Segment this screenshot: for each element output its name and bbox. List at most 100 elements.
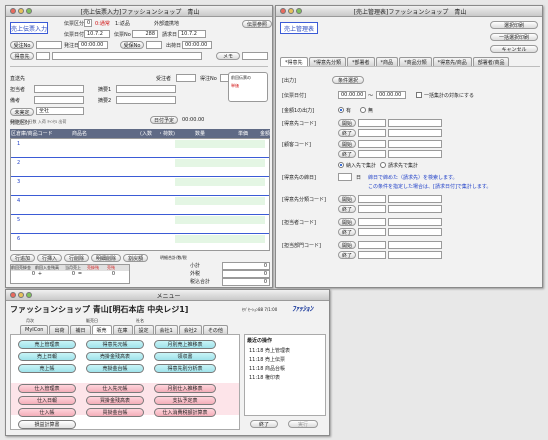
sales-report-titlebar[interactable]: [売上管理表]ファッションショップ 青山 [276, 6, 542, 17]
customer-end-name[interactable] [388, 129, 442, 137]
menu-purchase-daily[interactable]: 仕入日報 [18, 396, 76, 405]
print-all-button[interactable]: 一括選択印刷 [490, 33, 538, 41]
customer-code-input[interactable] [36, 52, 50, 60]
summary1-input[interactable] [116, 85, 176, 93]
slip-date-input[interactable]: 10.7.2 [84, 30, 110, 38]
output-yes-radio[interactable] [338, 107, 344, 113]
menu-sales-daily[interactable]: 売上日報 [18, 352, 76, 361]
customer-end-button[interactable]: 終了 [338, 129, 356, 137]
close-menu-button[interactable]: 終了 [250, 420, 278, 428]
menu-purchase-tax[interactable]: 仕入消費税額計算表 [154, 408, 216, 417]
row-3[interactable]: 3 [11, 177, 269, 196]
close-icon[interactable] [10, 8, 16, 14]
row-2[interactable]: 2 [11, 158, 269, 177]
dept-end-name[interactable] [388, 251, 442, 259]
client-end-code[interactable] [358, 150, 386, 158]
slip-no-input[interactable]: 288 [132, 30, 158, 38]
run-button[interactable]: 実行 [288, 420, 318, 428]
row-6[interactable]: 6 [11, 234, 269, 251]
dept-start-code[interactable] [358, 241, 386, 249]
row-5[interactable]: 5 [11, 215, 269, 234]
aggregate-delivery-radio[interactable] [338, 162, 344, 168]
customer-button[interactable]: 得意先 [10, 52, 34, 60]
closing-day-input[interactable] [338, 173, 352, 181]
customer-end-code[interactable] [358, 129, 386, 137]
tab-company2[interactable]: 会社2 [178, 325, 202, 334]
close-icon[interactable] [280, 8, 286, 14]
add-row-button[interactable]: 行追加 [10, 254, 36, 262]
class-end-name[interactable] [388, 205, 442, 213]
staff-input[interactable] [34, 85, 84, 93]
class-start-name[interactable] [388, 195, 442, 203]
sales-slip-titlebar[interactable]: [売上伝票入力]ファッションショップ 青山 [6, 6, 272, 17]
qty-cell[interactable] [175, 178, 265, 186]
zoom-icon[interactable] [296, 8, 302, 14]
class-end-code[interactable] [358, 205, 386, 213]
menu-titlebar[interactable]: メニュー [6, 290, 329, 301]
menu-purchase-report[interactable]: 仕入管理表 [18, 384, 76, 393]
shipping-type-input[interactable]: 全社 [36, 107, 84, 115]
menu-receivable-balance[interactable]: 売掛金残高表 [86, 352, 144, 361]
qty-cell[interactable] [175, 197, 265, 205]
minimize-icon[interactable] [18, 8, 24, 14]
staff-start-button[interactable]: 開始 [338, 218, 356, 226]
recent-item[interactable]: 11:18 売上管理表 [245, 346, 325, 355]
recent-item[interactable]: 11:18 売上伝票 [245, 355, 325, 364]
receipt-no-button[interactable]: 受保No [120, 41, 144, 49]
cancel-button[interactable]: キャンセル [490, 45, 538, 53]
close-icon[interactable] [10, 292, 16, 298]
staff-start-code[interactable] [358, 218, 386, 226]
menu-monthly-sales[interactable]: 月別売上推移表 [154, 340, 216, 349]
menu-pl-statement[interactable]: 損益計算書 [18, 420, 76, 429]
qty-cell[interactable] [175, 159, 265, 167]
zoom-icon[interactable] [26, 292, 32, 298]
schedule-date-button[interactable]: 日付予定 [150, 116, 178, 124]
billing-date-input[interactable]: 10.7.2 [178, 30, 206, 38]
order-date-input[interactable]: 00:00.00 [78, 41, 108, 49]
unconfirmed-button[interactable]: 未実定 [10, 108, 34, 116]
menu-supplier-ledger[interactable]: 仕入先元帳 [86, 384, 144, 393]
slip-type-input[interactable]: 0 [84, 19, 92, 27]
customer-start-button[interactable]: 開始 [338, 119, 356, 127]
class-end-button[interactable]: 終了 [338, 205, 356, 213]
menu-sales-ledger[interactable]: 売上帳 [18, 364, 76, 373]
rebate-button[interactable]: 割戻額 [123, 254, 149, 262]
qty-cell[interactable] [175, 235, 265, 243]
minimize-icon[interactable] [288, 8, 294, 14]
dept-start-name[interactable] [388, 241, 442, 249]
menu-payable-balance[interactable]: 買掛金残高表 [86, 396, 144, 405]
summary2-input[interactable] [116, 96, 176, 104]
customer-start-name[interactable] [388, 119, 442, 127]
client-start-code[interactable] [358, 140, 386, 148]
menu-payment-schedule[interactable]: 支払予定表 [154, 396, 216, 405]
client-end-button[interactable]: 終了 [338, 150, 356, 158]
insert-row-button[interactable]: 行挿入 [37, 254, 63, 262]
menu-receipt[interactable]: 領収書 [154, 352, 216, 361]
date-to-input[interactable]: 00.00.00 [376, 91, 406, 99]
row-1[interactable]: 1 [11, 139, 269, 158]
aggregate-billing-radio[interactable] [380, 162, 386, 168]
remarks-input[interactable] [34, 96, 84, 104]
output-no-radio[interactable] [360, 107, 366, 113]
tab-staff[interactable]: *部署者 [347, 57, 375, 66]
tab-product[interactable]: *商品 [375, 57, 399, 66]
dept-end-button[interactable]: 終了 [338, 251, 356, 259]
clear-details-button[interactable]: 明細削除 [91, 254, 122, 262]
receipt-no-input[interactable] [146, 41, 162, 49]
tab-company1[interactable]: 会社1 [154, 325, 178, 334]
menu-customer-analysis[interactable]: 得意先別分析表 [154, 364, 216, 373]
menu-customer-ledger[interactable]: 得意先元帳 [86, 340, 144, 349]
row-4[interactable]: 4 [11, 196, 269, 215]
menu-purchase-ledger[interactable]: 仕入帳 [18, 408, 76, 417]
memo-input[interactable] [242, 52, 268, 60]
recent-item[interactable]: 11:18 権印表 [245, 373, 325, 382]
staff-start-name[interactable] [388, 218, 442, 226]
menu-payable-ledger[interactable]: 買掛金台帳 [86, 408, 144, 417]
zoom-icon[interactable] [26, 8, 32, 14]
staff-end-name[interactable] [388, 228, 442, 236]
dept-start-button[interactable]: 開始 [338, 241, 356, 249]
tab-sales[interactable]: 販売 [91, 325, 112, 334]
minimize-icon[interactable] [18, 292, 24, 298]
menu-sales-report[interactable]: 売上管理表 [18, 340, 76, 349]
qty-cell[interactable] [175, 216, 265, 224]
